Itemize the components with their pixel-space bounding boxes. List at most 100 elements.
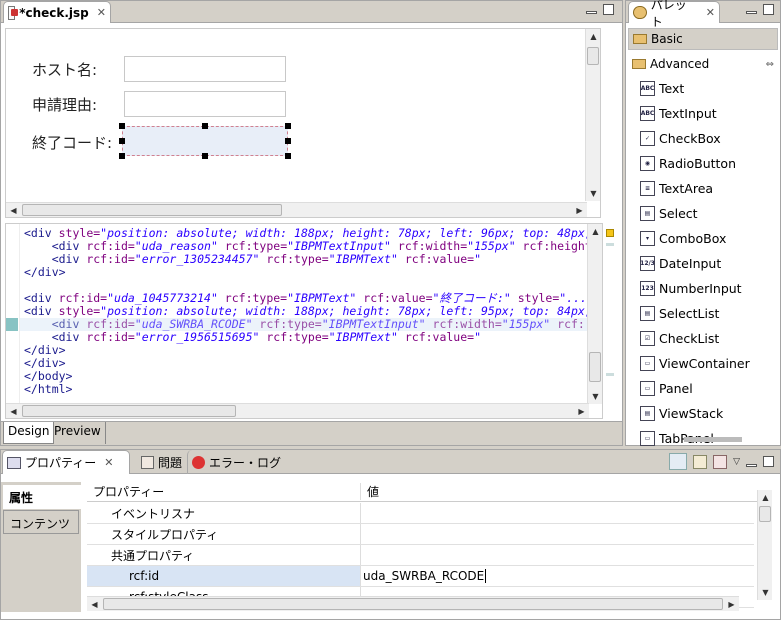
properties-horizontal-scrollbar[interactable]: ◀ ▶ (87, 596, 739, 611)
close-icon[interactable]: ✕ (706, 6, 715, 19)
palette-item-panel[interactable]: ▭ Panel (640, 376, 693, 401)
code-token: "... (559, 291, 587, 305)
minimize-icon[interactable] (746, 463, 757, 467)
source-horizontal-scrollbar[interactable]: ◀ ▶ (6, 403, 589, 418)
minimize-icon[interactable] (586, 11, 597, 14)
tab-design[interactable]: Design (3, 422, 55, 444)
scroll-right-icon[interactable]: ▶ (572, 203, 587, 218)
palette-item-checkbox[interactable]: ✓ CheckBox (640, 126, 721, 151)
selection-handle[interactable] (285, 123, 291, 129)
design-canvas[interactable]: ホスト名: 申請理由: 終了コード: ▲ ▼ ◀ ▶ (5, 28, 601, 218)
property-name: rcf:id (87, 566, 361, 586)
palette-item-radiobutton[interactable]: ◉ RadioButton (640, 151, 736, 176)
palette-item-textarea[interactable]: ≡ TextArea (640, 176, 713, 201)
tab-problems-label: 問題 (158, 455, 183, 470)
close-icon[interactable]: ✕ (97, 6, 106, 19)
close-icon[interactable]: ✕ (104, 456, 113, 469)
scroll-thumb[interactable] (22, 405, 236, 417)
maximize-icon[interactable] (603, 4, 614, 15)
column-header-property[interactable]: プロパティー (87, 482, 361, 500)
palette-item-viewcontainer[interactable]: ▭ ViewContainer (640, 351, 750, 376)
scroll-up-icon[interactable]: ▲ (586, 29, 601, 44)
scroll-right-icon[interactable]: ▶ (574, 404, 589, 418)
code-line[interactable]: <div rcf:id="error_1305234457" rcf:type=… (24, 253, 590, 266)
scroll-right-icon[interactable]: ▶ (724, 597, 739, 612)
column-header-value[interactable]: 値 (361, 483, 379, 500)
selection-handle[interactable] (119, 153, 125, 159)
palette-group-label: Basic (651, 32, 683, 46)
maximize-icon[interactable] (763, 4, 774, 15)
host-name-field[interactable] (124, 56, 286, 82)
scroll-thumb[interactable] (589, 352, 601, 382)
tab-error-log[interactable]: エラー・ログ (187, 450, 285, 474)
palette-group-advanced[interactable]: Advanced ⇔ (628, 53, 778, 75)
selectlist-widget-icon: ▤ (640, 306, 655, 321)
selection-handle[interactable] (285, 138, 291, 144)
categories-toggle-icon[interactable] (669, 453, 688, 470)
tabpanel-widget-icon: ▭ (640, 431, 655, 446)
side-tab-attributes[interactable]: 属性 (3, 485, 81, 509)
property-row[interactable]: スタイルプロパティ (87, 524, 754, 545)
editor-tab[interactable]: *check.jsp ✕ (3, 1, 111, 23)
property-row[interactable]: イベントリスナ (87, 503, 754, 524)
selection-handle[interactable] (202, 153, 208, 159)
palette-tab[interactable]: パレット ✕ (628, 0, 720, 29)
collapse-arrows-icon[interactable]: ⇔ (766, 59, 774, 70)
selection-handle[interactable] (119, 123, 125, 129)
minimize-icon[interactable] (746, 11, 757, 14)
code-line[interactable]: </body> (24, 370, 590, 383)
code-line[interactable]: <div rcf:id="error_1956515695" rcf:type=… (24, 331, 590, 344)
property-value[interactable]: uda_SWRBA_RCODE (361, 569, 487, 583)
palette-item-viewstack[interactable]: ▤ ViewStack (640, 401, 723, 426)
scroll-thumb[interactable] (103, 598, 723, 610)
tab-problems[interactable]: 問題 (137, 450, 186, 474)
palette-item-select[interactable]: ▤ Select (640, 201, 698, 226)
exit-code-field-selected[interactable] (122, 126, 288, 156)
palette-item-checklist[interactable]: ☑ CheckList (640, 326, 719, 351)
code-line[interactable]: </div> (24, 266, 590, 279)
code-line[interactable]: </div> (24, 357, 590, 370)
source-editor[interactable]: <div style="position: absolute; width: 1… (5, 223, 603, 419)
tab-properties[interactable]: プロパティー ✕ (2, 450, 130, 474)
scroll-left-icon[interactable]: ◀ (6, 203, 21, 218)
palette-item-text[interactable]: ABC Text (640, 76, 684, 101)
scroll-down-icon[interactable]: ▼ (758, 585, 773, 600)
palette-item-combobox[interactable]: ▾ ComboBox (640, 226, 726, 251)
canvas-vertical-scrollbar[interactable]: ▲ ▼ (585, 29, 600, 201)
highlighted-line (20, 318, 590, 331)
property-row[interactable]: rcf:id uda_SWRBA_RCODE (87, 566, 754, 587)
scroll-up-icon[interactable]: ▲ (758, 490, 773, 505)
canvas-horizontal-scrollbar[interactable]: ◀ ▶ (6, 202, 587, 217)
restore-default-icon[interactable] (713, 454, 728, 469)
scroll-left-icon[interactable]: ◀ (87, 597, 102, 612)
advanced-properties-icon[interactable] (693, 454, 708, 469)
code-line[interactable]: </div> (24, 344, 590, 357)
property-row[interactable]: 共通プロパティ (87, 545, 754, 566)
code-token: <div (51, 239, 87, 253)
palette-item-textinput[interactable]: ABC TextInput (640, 101, 717, 126)
view-menu-icon[interactable]: ▽ (733, 457, 740, 467)
selection-handle[interactable] (119, 138, 125, 144)
scroll-thumb[interactable] (22, 204, 282, 216)
palette-item-dateinput[interactable]: 12/3 DateInput (640, 251, 721, 276)
scroll-up-icon[interactable]: ▲ (588, 224, 602, 239)
selection-handle[interactable] (202, 123, 208, 129)
tab-preview[interactable]: Preview (50, 422, 106, 444)
scroll-down-icon[interactable]: ▼ (588, 389, 602, 404)
properties-vertical-scrollbar[interactable]: ▲ ▼ (757, 490, 772, 600)
side-tab-contents[interactable]: コンテンツ (3, 510, 79, 534)
palette-group-basic[interactable]: Basic (628, 28, 778, 50)
code-text[interactable]: <div style="position: absolute; width: 1… (24, 227, 590, 396)
scroll-down-icon[interactable]: ▼ (586, 186, 601, 201)
selection-handle[interactable] (285, 153, 291, 159)
scroll-left-icon[interactable]: ◀ (6, 404, 21, 418)
scroll-thumb[interactable] (587, 47, 599, 65)
palette-item-selectlist[interactable]: ▤ SelectList (640, 301, 719, 326)
scroll-thumb[interactable] (759, 506, 771, 522)
source-vertical-scrollbar[interactable]: ▲ ▼ (587, 224, 602, 404)
code-line[interactable]: </html> (24, 383, 590, 396)
maximize-icon[interactable] (763, 456, 774, 467)
palette-item-numberinput[interactable]: 123 NumberInput (640, 276, 742, 301)
reason-field[interactable] (124, 91, 286, 117)
